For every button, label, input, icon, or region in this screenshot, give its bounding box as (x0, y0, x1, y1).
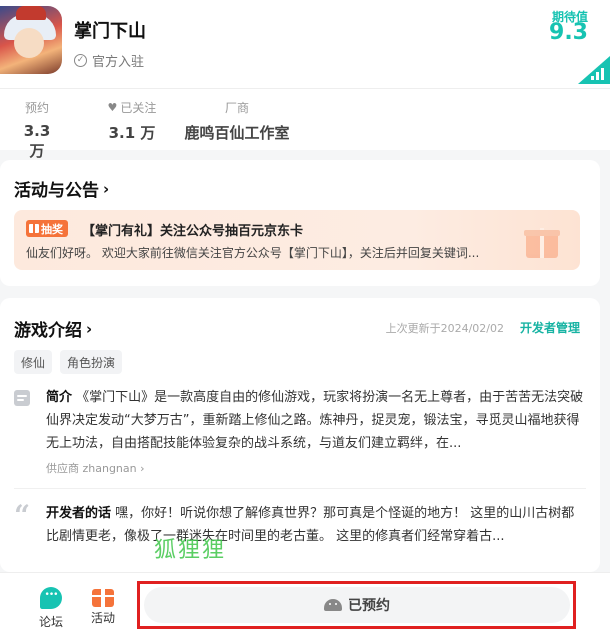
divider (14, 488, 586, 489)
stat-reservations: 预约 3.3 万 (14, 99, 60, 161)
activity-section-title[interactable]: 活动与公告 › (14, 176, 110, 202)
official-label: 官方入驻 (92, 55, 145, 70)
gift-icon (92, 589, 114, 607)
watermark-text: 狐狸狸 (154, 538, 227, 563)
official-badge: ✓ 官方入驻 (74, 51, 144, 70)
developer-manage-link[interactable]: 开发者管理 (520, 319, 580, 336)
game-avatar-icon[interactable] (0, 6, 62, 74)
activity-button[interactable]: 活动 (83, 587, 123, 626)
app-name: 掌门下山 (74, 21, 146, 42)
stat-value: 3.3 万 (23, 122, 51, 160)
reserved-button[interactable]: 已预约 (144, 587, 570, 623)
chevron-right-icon: › (103, 179, 110, 198)
forum-icon (40, 587, 62, 609)
supplier-link[interactable]: 供应商 zhangnan › (46, 460, 145, 476)
stat-value: 鹿鸣百仙工作室 (184, 124, 290, 142)
activity-item[interactable]: 抽奖 【掌门有礼】关注公众号抽百元京东卡 仙友们好呀。 欢迎大家前往微信关注官方… (14, 210, 580, 270)
activity-desc: 仙友们好呀。 欢迎大家前往微信关注官方公众号【掌门下山】，关注后并回复关键词..… (26, 246, 480, 260)
intro-card: 游戏介绍 › 上次更新于2024/02/02 开发者管理 修仙 角色扮演 简介 … (0, 298, 600, 572)
expect-score: 9.3 (549, 20, 588, 45)
stat-followers: ♥ 已关注 3.1 万 (104, 99, 160, 143)
app-header: 掌门下山 ✓ 官方入驻 期待值 9.3 (0, 0, 610, 88)
intro-section-title[interactable]: 游戏介绍 › (14, 316, 93, 342)
stat-label: 厂商 (224, 101, 249, 115)
stat-label: 已关注 (120, 101, 157, 115)
activity-title: 【掌门有礼】关注公众号抽百元京东卡 (82, 224, 304, 239)
stat-developer[interactable]: 厂商 鹿鸣百仙工作室 (180, 99, 294, 143)
bottom-bar: 论坛 活动 已预约 (0, 572, 610, 636)
developer-note[interactable]: 开发者的话 嘿，你好！听说你想了解修真世界？那可真是个怪诞的地方！ 这里的山川古… (46, 502, 584, 548)
corner-badge-icon (578, 56, 610, 84)
forum-button[interactable]: 论坛 (31, 587, 71, 630)
stats-bar: 预约 3.3 万 ♥ 已关注 3.1 万 厂商 鹿鸣百仙工作室 (0, 88, 610, 160)
android-icon (324, 599, 342, 611)
update-date: 上次更新于2024/02/02 (385, 322, 504, 335)
chevron-right-icon: › (86, 319, 93, 338)
genre-tags: 修仙 角色扮演 (14, 350, 123, 374)
gift-icon (29, 224, 39, 233)
decorative-gift-icon (524, 228, 560, 258)
lottery-tag: 抽奖 (26, 220, 68, 237)
document-icon (14, 390, 30, 406)
heart-icon: ♥ (107, 101, 118, 114)
genre-tag[interactable]: 修仙 (14, 350, 53, 374)
summary-text: 简介 《掌门下山》是一款高度自由的修仙游戏，玩家将扮演一名无上尊者，由于苦苦无法… (46, 390, 584, 451)
quote-icon: “ (14, 499, 31, 532)
genre-tag[interactable]: 角色扮演 (60, 350, 123, 374)
verified-check-icon: ✓ (74, 54, 87, 67)
stat-label: 预约 (24, 101, 49, 115)
activity-card: 活动与公告 › 抽奖 【掌门有礼】关注公众号抽百元京东卡 仙友们好呀。 欢迎大家… (0, 160, 600, 286)
stat-value: 3.1 万 (108, 124, 156, 142)
